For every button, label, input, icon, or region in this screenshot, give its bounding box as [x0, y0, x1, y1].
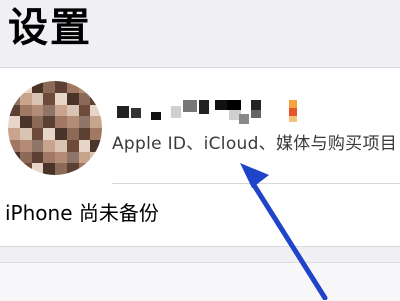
row-divider: [112, 183, 400, 184]
account-name-redacted: [117, 100, 307, 130]
apple-id-subtitle: Apple ID、iCloud、媒体与购买项目: [112, 134, 398, 154]
backup-status-label: iPhone 尚未备份: [5, 201, 159, 225]
page-title: 设置: [8, 5, 92, 51]
next-settings-group: [0, 262, 400, 301]
avatar: [8, 81, 102, 175]
